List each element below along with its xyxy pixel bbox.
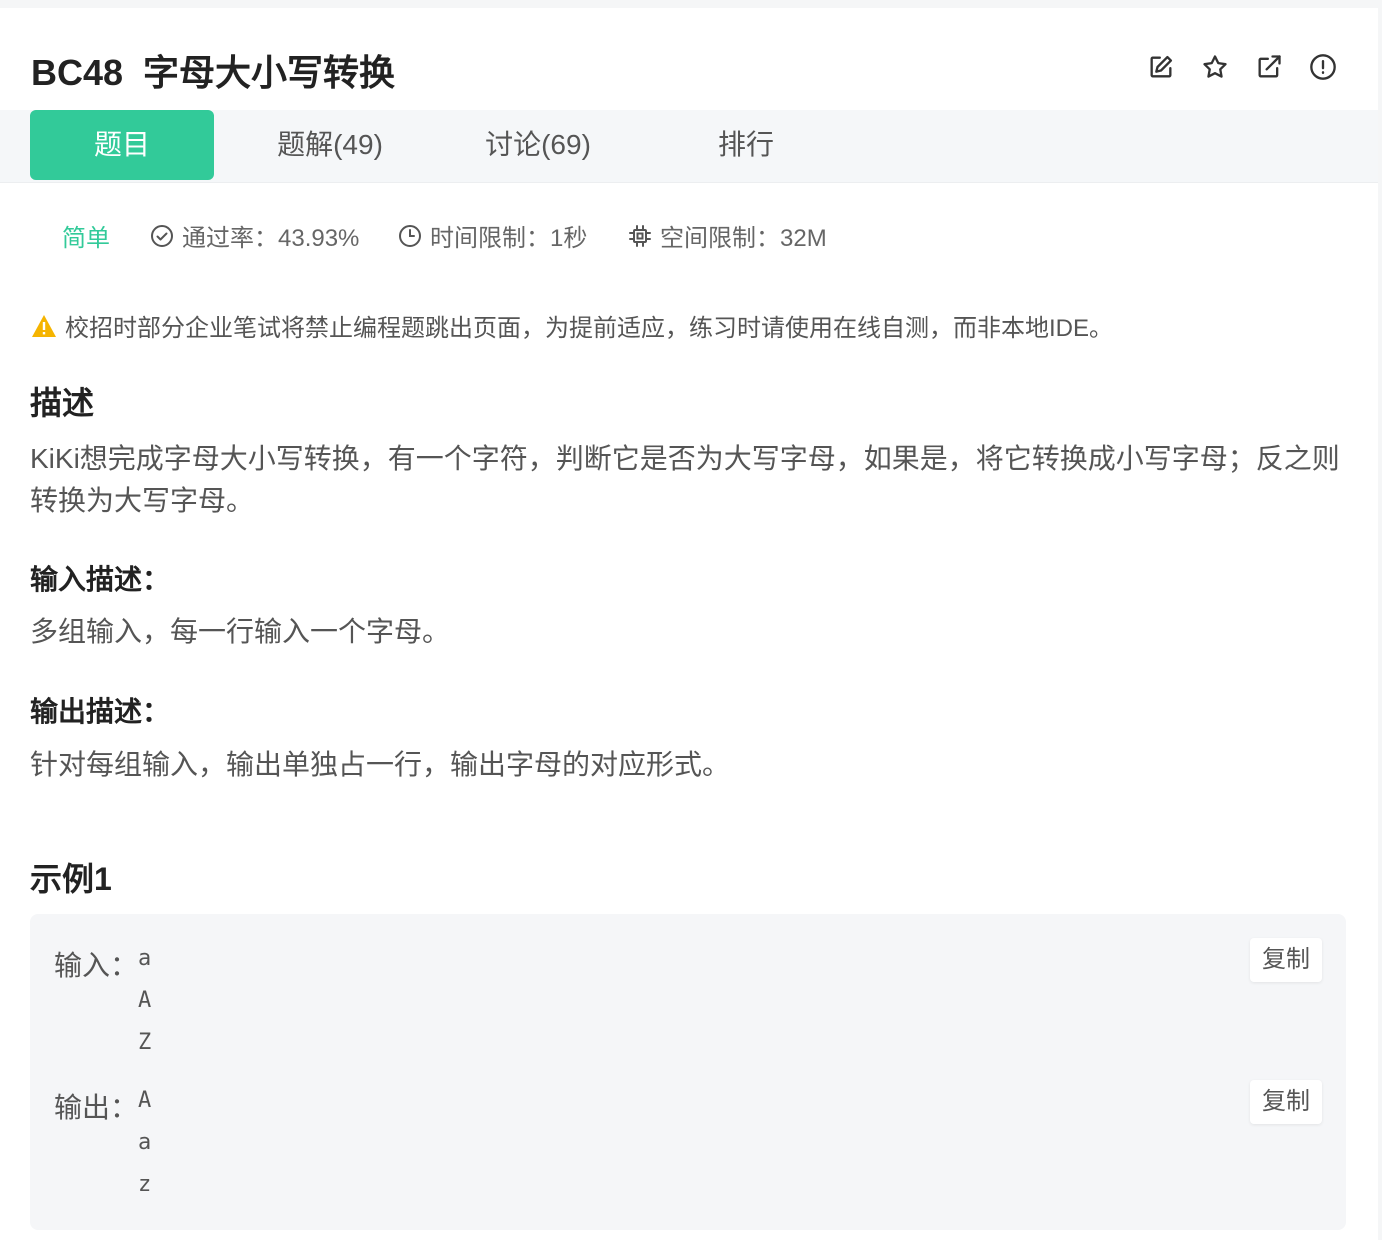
report-icon[interactable] [1308,52,1338,82]
time-limit-label: 时间限制：1秒 [430,225,588,252]
example-input-lines: a A Z [138,938,151,1064]
check-circle-icon [151,224,173,247]
tab-bar: 题目 题解(49) 讨论(69) 排行 [0,110,1378,183]
example-input-label: 输入： [54,950,139,981]
problem-name: 字母大小写转换 [143,52,396,93]
problem-id: BC48 [31,52,124,93]
pass-rate-label: 通过率：43.93% [182,225,360,252]
example-output-line: a [138,1130,152,1155]
tab-ranking[interactable]: 排行 [656,110,836,180]
clock-icon [399,224,421,247]
input-desc-text: 多组输入，每一行输入一个字母。 [30,616,451,647]
copy-output-button[interactable]: 复制 [1250,1080,1322,1124]
example-input-line: Z [138,1030,152,1055]
header-actions [1122,52,1338,82]
example-input-line: A [138,988,152,1013]
star-icon[interactable] [1200,52,1230,82]
description-heading: 描述 [30,385,95,421]
copy-input-button[interactable]: 复制 [1250,938,1322,982]
example-output-label: 输出： [54,1092,139,1123]
difficulty-badge: 简单 [62,218,110,253]
pass-rate: 通过率：43.93% [150,218,359,253]
problem-title: BC48 字母大小写转换 [31,44,395,96]
output-desc-heading: 输出描述： [30,696,171,727]
tab-problem[interactable]: 题目 [30,110,214,180]
output-desc-text: 针对每组输入，输出单独占一行，输出字母的对应形式。 [30,749,731,780]
example-output-line: z [138,1172,152,1197]
tab-discussion[interactable]: 讨论(69) [448,110,628,180]
example-heading: 示例1 [30,861,112,897]
warning-icon [32,314,56,337]
memory-limit: 空间限制：32M [628,218,827,253]
ide-notice: 校招时部分企业笔试将禁止编程题跳出页面，为提前适应，练习时请使用在线自测，而非本… [31,308,1113,343]
notice-text: 校招时部分企业笔试将禁止编程题跳出页面，为提前适应，练习时请使用在线自测，而非本… [65,315,1114,342]
example-input-line: a [138,946,152,971]
example-box: 输入： a A Z 复制 输出： A a z 复制 [30,914,1346,1230]
chip-icon [629,224,651,247]
memory-limit-label: 空间限制：32M [660,225,827,252]
tab-solutions[interactable]: 题解(49) [240,110,420,180]
problem-meta: 简单 通过率：43.93% 时间限制：1秒 空间限制：32M [0,218,1378,254]
difficulty-label: 简单 [62,225,110,252]
problem-card: BC48 字母大小写转换 题目 题解(49) 讨论(69) 排行 简单 通过率：… [0,8,1378,1240]
time-limit: 时间限制：1秒 [398,218,587,253]
example-output-lines: A a z [138,1080,151,1206]
problem-header: BC48 字母大小写转换 [0,8,1378,110]
input-desc-heading: 输入描述： [30,564,171,595]
description-text: KiKi想完成字母大小写转换，有一个字符，判断它是否为大写字母，如果是，将它转换… [30,443,1340,516]
edit-icon[interactable] [1146,52,1176,82]
example-output-line: A [138,1088,152,1113]
share-icon[interactable] [1254,52,1284,82]
